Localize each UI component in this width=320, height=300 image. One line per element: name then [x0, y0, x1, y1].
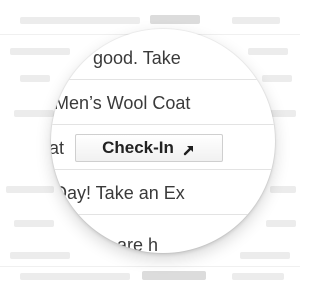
background-text-line [232, 17, 280, 24]
background-text-line [20, 17, 140, 24]
background-text-line [14, 220, 54, 227]
background-text-line [10, 252, 70, 259]
list-item-text: good. Take [93, 48, 181, 68]
background-text-line [142, 271, 206, 280]
list-item: Men’s Wool Coat [51, 81, 275, 125]
list-item: good. Take [51, 36, 275, 80]
list-item: Day! Take an Ex [51, 171, 275, 215]
list-item-text: Men’s Wool Coat [54, 93, 191, 113]
list-item-text: are h [117, 235, 159, 253]
background-text-line [6, 186, 54, 193]
list-item-text: at [51, 138, 65, 158]
email-list-magnified-view: good. Take Men’s Wool Coat at Check-In D… [0, 0, 300, 300]
check-in-button[interactable]: Check-In [75, 134, 223, 162]
magnifier-lens: good. Take Men’s Wool Coat at Check-In D… [51, 29, 275, 253]
background-text-line [20, 273, 130, 280]
list-item-text: Day! Take an Ex [54, 183, 185, 203]
background-text-line [14, 110, 54, 117]
check-in-label: Check-In [102, 138, 174, 157]
list-item: at Check-In [51, 126, 275, 170]
background-text-line [266, 220, 296, 227]
background-text-line [20, 75, 50, 82]
background-text-line [240, 252, 290, 259]
background-text-line [232, 273, 284, 280]
background-divider [0, 266, 300, 267]
background-text-line [150, 15, 200, 24]
external-arrow-icon [182, 141, 196, 156]
